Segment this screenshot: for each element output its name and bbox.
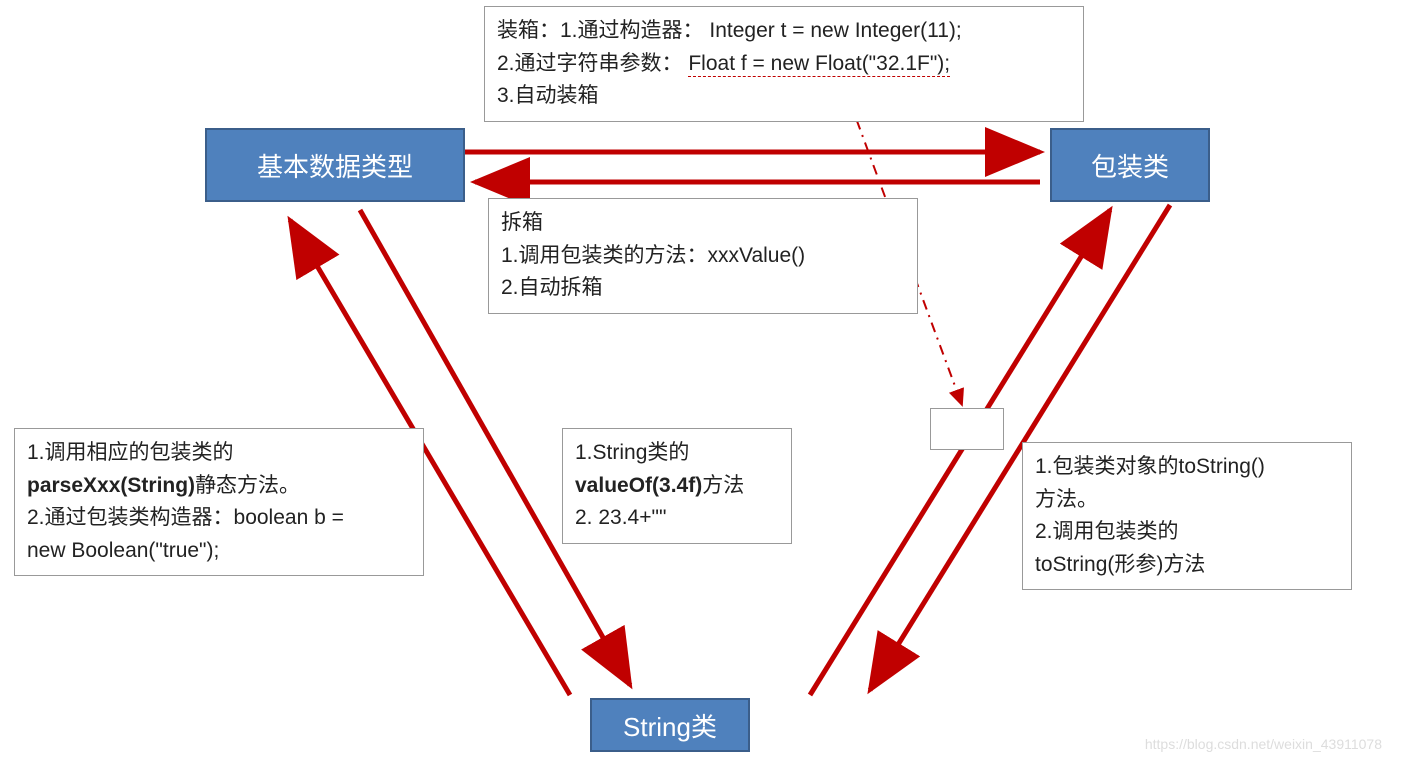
node-wrapper: 包装类 <box>1050 128 1210 202</box>
parse-line2b: new Boolean("true"); <box>27 535 411 568</box>
tostring-line4: toString(形参)方法 <box>1035 549 1339 582</box>
boxing-textbox: 装箱：1.通过构造器： Integer t = new Integer(11);… <box>484 6 1084 122</box>
boxing-line2: 2.通过字符串参数： Float f = new Float("32.1F"); <box>497 48 1071 81</box>
tostring-textbox: 1.包装类对象的toString() 方法。 2.调用包装类的 toString… <box>1022 442 1352 590</box>
boxing-line3: 3.自动装箱 <box>497 80 1071 113</box>
unboxing-line2: 1.调用包装类的方法：xxxValue() <box>501 240 905 273</box>
valueof-textbox: 1.String类的 valueOf(3.4f)方法 2. 23.4+"" <box>562 428 792 544</box>
parse-line1-cont: parseXxx(String)静态方法。 <box>27 470 411 503</box>
boxing-line1a: 装箱：1.通过构造器： <box>497 19 704 42</box>
boxing-line2a: 2.通过字符串参数： <box>497 52 683 75</box>
boxing-line1b: Integer t = new Integer(11); <box>709 19 961 42</box>
unboxing-textbox: 拆箱 1.调用包装类的方法：xxxValue() 2.自动拆箱 <box>488 198 918 314</box>
valueof-line2-bold: valueOf(3.4f) <box>575 474 702 497</box>
unboxing-line1: 拆箱 <box>501 207 905 240</box>
parse-textbox: 1.调用相应的包装类的 parseXxx(String)静态方法。 2.通过包装… <box>14 428 424 576</box>
parse-line1: 1.调用相应的包装类的 <box>27 437 411 470</box>
empty-target-box <box>930 408 1004 450</box>
tostring-line1: 1.包装类对象的toString() <box>1035 451 1339 484</box>
node-string-label: String类 <box>623 707 717 744</box>
node-wrapper-label: 包装类 <box>1091 147 1169 184</box>
watermark: https://blog.csdn.net/weixin_43911078 <box>1145 736 1382 752</box>
parse-line1c: 静态方法。 <box>195 474 300 497</box>
node-string: String类 <box>590 698 750 752</box>
valueof-line2: valueOf(3.4f)方法 <box>575 470 779 503</box>
unboxing-line3: 2.自动拆箱 <box>501 272 905 305</box>
node-primitive: 基本数据类型 <box>205 128 465 202</box>
valueof-line1: 1.String类的 <box>575 437 779 470</box>
boxing-line2b: Float f = new Float("32.1F"); <box>688 52 950 77</box>
node-primitive-label: 基本数据类型 <box>257 147 413 184</box>
valueof-line2-rest: 方法 <box>702 474 744 497</box>
parse-line2a: 2.通过包装类构造器：boolean b = <box>27 502 411 535</box>
tostring-line2: 方法。 <box>1035 484 1339 517</box>
parse-line1a: 1.调用相应的包装类的 <box>27 441 234 464</box>
boxing-line1: 装箱：1.通过构造器： Integer t = new Integer(11); <box>497 15 1071 48</box>
tostring-line3: 2.调用包装类的 <box>1035 516 1339 549</box>
parse-line1b: parseXxx(String) <box>27 474 195 497</box>
valueof-line3: 2. 23.4+"" <box>575 502 779 535</box>
